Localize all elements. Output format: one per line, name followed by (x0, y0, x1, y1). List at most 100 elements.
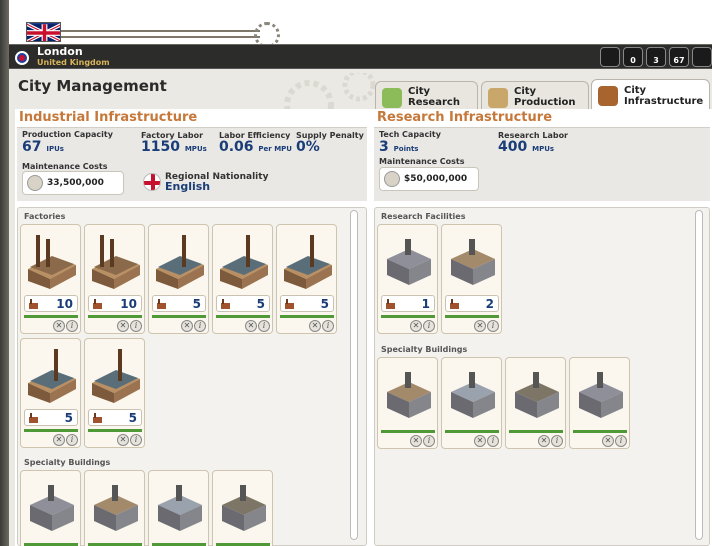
info-icon[interactable]: i (487, 320, 499, 332)
building-card[interactable]: ✕i (569, 357, 630, 449)
building-card[interactable]: ✕i (84, 470, 145, 546)
factory-icon (488, 88, 508, 108)
building-card[interactable]: ✕i (212, 470, 273, 546)
factory-icon[interactable]: 67 (669, 47, 689, 67)
demolish-icon[interactable]: ✕ (602, 435, 614, 447)
count-value: 5 (64, 411, 73, 425)
building-card[interactable]: ✕i (20, 470, 81, 546)
tab-city-research[interactable]: City Research (375, 81, 478, 111)
factory-card[interactable]: 5 ✕ i (276, 224, 337, 334)
tab-label: City Production (514, 85, 576, 108)
demolish-icon[interactable]: ✕ (538, 435, 550, 447)
demolish-icon[interactable]: ✕ (117, 320, 129, 332)
research-title: Research Infrastructure (377, 110, 553, 125)
demolish-icon[interactable]: ✕ (245, 320, 257, 332)
building-card[interactable]: ✕i (148, 470, 209, 546)
flask-icon (450, 299, 459, 309)
facilities-heading: Research Facilities (381, 212, 466, 221)
city-name[interactable]: London (37, 46, 83, 58)
uk-flag-icon[interactable] (26, 22, 61, 42)
demolish-icon[interactable]: ✕ (53, 320, 65, 332)
building-card[interactable]: 2 ✕ i (441, 224, 502, 334)
info-icon[interactable]: i (66, 320, 78, 332)
demolish-icon[interactable]: ✕ (474, 435, 486, 447)
scrollbar[interactable] (350, 210, 358, 540)
scrollbar[interactable] (695, 210, 703, 540)
building-card[interactable]: ✕i (441, 357, 502, 449)
count-box: 5 (280, 295, 334, 312)
resource-icons: 0 3 67 (600, 47, 712, 67)
count-box: 10 (88, 295, 142, 312)
progress-bar (216, 315, 270, 318)
info-icon[interactable]: i (258, 320, 270, 332)
progress-bar (88, 315, 142, 318)
count-value: 5 (256, 297, 265, 311)
info-icon[interactable]: i (487, 435, 499, 447)
count-value: 5 (192, 297, 201, 311)
gear-watermark-icon (284, 73, 376, 113)
maintenance-cost: 33,500,000 (22, 171, 124, 195)
demolish-icon[interactable]: ✕ (309, 320, 321, 332)
info-icon[interactable]: i (66, 434, 78, 446)
info-icon[interactable]: i (551, 435, 563, 447)
building-card[interactable]: ✕i (505, 357, 566, 449)
stat-label: Production Capacity (22, 130, 113, 139)
city-bar: London United Kingdom 0 3 67 (9, 44, 712, 69)
demolish-icon[interactable]: ✕ (474, 320, 486, 332)
maintenance-value: $50,000,000 (404, 174, 468, 184)
research-stats: Tech Capacity 3 Points Research Labor 40… (374, 127, 710, 201)
building-card[interactable]: 1 ✕ i (377, 224, 438, 334)
info-icon[interactable]: i (130, 320, 142, 332)
factory-card[interactable]: 5 ✕ i (148, 224, 209, 334)
maintenance-cost: $50,000,000 (379, 167, 479, 191)
count-value: 1 (421, 297, 430, 311)
factory-icon (285, 299, 294, 309)
city-management-panel: City Management City Research City Produ… (9, 69, 712, 546)
count-value: 5 (320, 297, 329, 311)
count-value: 10 (120, 297, 137, 311)
capitol-icon[interactable] (600, 47, 620, 67)
count-box: 10 (24, 295, 78, 312)
flask-icon (386, 299, 395, 309)
research-list: Research Facilities Specialty Buildings … (374, 207, 710, 546)
factory-icon (29, 299, 38, 309)
factory-icon (93, 413, 102, 423)
info-icon[interactable]: i (423, 435, 435, 447)
factory-card[interactable]: 5 ✕ i (212, 224, 273, 334)
tab-label: City Infrastructure (624, 84, 704, 107)
check-icon[interactable] (692, 47, 712, 67)
count-box: 5 (152, 295, 206, 312)
info-icon[interactable]: i (615, 435, 627, 447)
demolish-icon[interactable]: ✕ (117, 434, 129, 446)
info-icon[interactable]: i (130, 434, 142, 446)
demolish-icon[interactable]: ✕ (410, 320, 422, 332)
demolish-icon[interactable]: ✕ (410, 435, 422, 447)
demolish-icon[interactable]: ✕ (181, 320, 193, 332)
progress-bar (88, 429, 142, 432)
roundel-icon (15, 51, 29, 65)
factory-card[interactable]: 5 ✕ i (84, 338, 145, 448)
flask-icon[interactable]: 3 (646, 47, 666, 67)
specialty-heading: Specialty Buildings (381, 345, 468, 354)
industrial-title: Industrial Infrastructure (19, 110, 198, 125)
info-icon[interactable]: i (322, 320, 334, 332)
factories-heading: Factories (24, 212, 66, 221)
stat-value: 3 Points (379, 139, 419, 155)
info-icon[interactable]: i (194, 320, 206, 332)
industrial-stats: Production Capacity 67 IPUs Factory Labo… (17, 127, 367, 201)
count-value: 10 (56, 297, 73, 311)
progress-bar (24, 429, 78, 432)
progress-bar (509, 430, 563, 433)
labor-icon[interactable]: 0 (623, 47, 643, 67)
progress-bar (445, 430, 499, 433)
factory-card[interactable]: 10 ✕ i (20, 224, 81, 334)
tab-city-infrastructure[interactable]: City Infrastructure (591, 79, 710, 111)
demolish-icon[interactable]: ✕ (53, 434, 65, 446)
building-card[interactable]: ✕i (377, 357, 438, 449)
factory-icon (157, 299, 166, 309)
factory-icon (221, 299, 230, 309)
tab-city-production[interactable]: City Production (481, 81, 589, 111)
factory-card[interactable]: 10 ✕ i (84, 224, 145, 334)
info-icon[interactable]: i (423, 320, 435, 332)
factory-card[interactable]: 5 ✕ i (20, 338, 81, 448)
